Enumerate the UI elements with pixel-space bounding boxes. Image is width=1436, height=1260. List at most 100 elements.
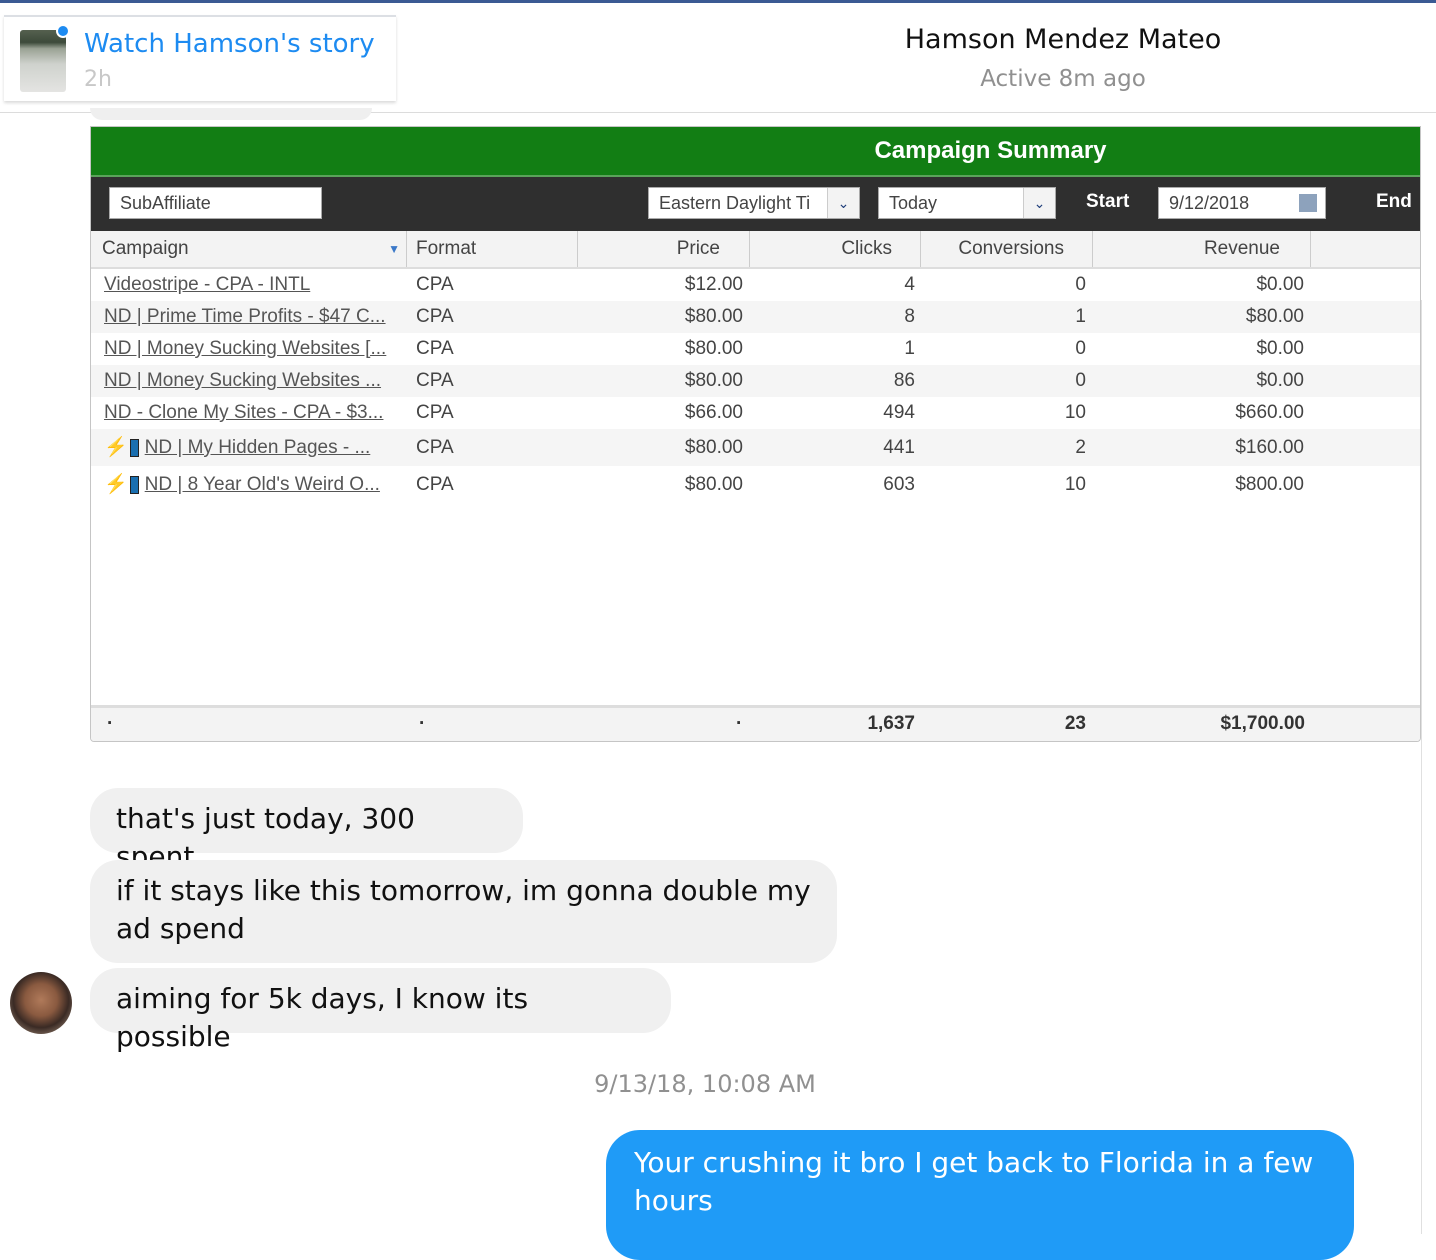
story-thumbnail bbox=[20, 30, 66, 92]
conversions-cell: 0 bbox=[1075, 338, 1086, 359]
chevron-down-icon: ⌄ bbox=[1023, 188, 1055, 218]
revenue-cell: $160.00 bbox=[1235, 437, 1304, 458]
revenue-cell: $0.00 bbox=[1256, 274, 1304, 295]
col-revenue: Revenue bbox=[1093, 231, 1311, 267]
price-cell: $66.00 bbox=[684, 402, 743, 423]
message-bubble: aiming for 5k days, I know its possible bbox=[90, 968, 671, 1053]
total-conversions: 23 bbox=[1064, 713, 1086, 734]
timezone-value: Eastern Daylight Ti bbox=[659, 193, 811, 213]
summary-title: Campaign Summary bbox=[91, 127, 1420, 177]
campaign-cell[interactable]: ND | Money Sucking Websites [... bbox=[104, 333, 386, 365]
range-select: Today ⌄ bbox=[878, 187, 1056, 219]
filter-toolbar: SubAffiliate Eastern Daylight Ti ⌄ Today ⌄… bbox=[91, 177, 1420, 231]
format-cell: CPA bbox=[416, 437, 454, 458]
campaign-cell[interactable]: ND | Money Sucking Websites ... bbox=[104, 365, 381, 397]
format-cell: CPA bbox=[416, 474, 454, 495]
clicks-cell: 441 bbox=[883, 437, 915, 458]
unseen-dot-icon bbox=[56, 24, 70, 38]
timezone-select: Eastern Daylight Ti ⌄ bbox=[648, 187, 860, 219]
bolt-icon: ⚡ bbox=[104, 437, 128, 458]
start-date-value: 9/12/2018 bbox=[1169, 193, 1250, 213]
col-label: Campaign bbox=[102, 238, 189, 259]
price-cell: $80.00 bbox=[684, 370, 743, 391]
table-row: ND | Money Sucking Websites ... CPA $80.… bbox=[91, 365, 1420, 397]
campaign-cell[interactable]: ND | Prime Time Profits - $47 C... bbox=[104, 301, 386, 333]
col-price: Price bbox=[578, 231, 750, 267]
price-cell: $80.00 bbox=[684, 306, 743, 327]
revenue-cell: $0.00 bbox=[1256, 338, 1304, 359]
start-label: Start bbox=[1086, 191, 1130, 212]
clicks-cell: 4 bbox=[904, 274, 915, 295]
message-bubble: if it stays like this tomorrow, im gonna… bbox=[90, 860, 837, 963]
active-status: Active 8m ago bbox=[980, 66, 1146, 92]
col-conversions: Conversions bbox=[921, 231, 1093, 267]
story-time: 2h bbox=[84, 67, 112, 92]
campaign-cell[interactable]: ⚡ ND | 8 Year Old's Weird O... bbox=[104, 466, 380, 503]
format-cell: CPA bbox=[416, 306, 454, 327]
mobile-icon bbox=[129, 475, 139, 494]
campaign-cell[interactable]: ⚡ ND | My Hidden Pages - ... bbox=[104, 429, 370, 466]
table-row: ND | Money Sucking Websites [... CPA $80… bbox=[91, 333, 1420, 365]
campaign-cell[interactable]: ND - Clone My Sites - CPA - $3... bbox=[104, 397, 383, 429]
sort-down-icon: ▼ bbox=[388, 242, 400, 256]
shared-image-campaign-summary[interactable]: Campaign Summary SubAffiliate Eastern Da… bbox=[90, 126, 1421, 742]
table-row: ⚡ ND | My Hidden Pages - ... CPA $80.00 4… bbox=[91, 429, 1420, 466]
campaign-link[interactable]: Videostripe - CPA - INTL bbox=[104, 274, 310, 295]
campaign-link[interactable]: ND | Money Sucking Websites [... bbox=[104, 338, 386, 359]
revenue-cell: $0.00 bbox=[1256, 370, 1304, 391]
table-footer: · · · 1,637 23 $1,700.00 bbox=[91, 705, 1420, 741]
end-label: End bbox=[1376, 191, 1412, 212]
clicks-cell: 603 bbox=[883, 474, 915, 495]
chevron-down-icon: ⌄ bbox=[827, 188, 859, 218]
revenue-cell: $800.00 bbox=[1235, 474, 1304, 495]
conversions-cell: 2 bbox=[1075, 437, 1086, 458]
campaign-link[interactable]: ND - Clone My Sites - CPA - $3... bbox=[104, 402, 383, 423]
total-clicks: 1,637 bbox=[867, 713, 915, 734]
start-date-input: 9/12/2018 bbox=[1158, 187, 1326, 219]
col-clicks: Clicks bbox=[750, 231, 921, 267]
col-format: Format bbox=[407, 231, 578, 267]
price-cell: $80.00 bbox=[684, 437, 743, 458]
clicks-cell: 86 bbox=[893, 370, 915, 391]
conversions-cell: 0 bbox=[1075, 274, 1086, 295]
price-cell: $12.00 bbox=[684, 274, 743, 295]
format-cell: CPA bbox=[416, 338, 454, 359]
clicks-cell: 8 bbox=[904, 306, 915, 327]
format-cell: CPA bbox=[416, 402, 454, 423]
conversions-cell: 10 bbox=[1064, 402, 1086, 423]
format-cell: CPA bbox=[416, 274, 454, 295]
bolt-icon: ⚡ bbox=[104, 474, 128, 495]
story-card[interactable]: Watch Hamson's story 2h bbox=[4, 15, 396, 101]
price-cell: $80.00 bbox=[684, 338, 743, 359]
message-timestamp: 9/13/18, 10:08 AM bbox=[594, 1070, 816, 1098]
previous-bubble bbox=[90, 108, 372, 120]
contact-name[interactable]: Hamson Mendez Mateo bbox=[700, 24, 1426, 55]
campaign-cell[interactable]: Videostripe - CPA - INTL bbox=[104, 269, 310, 301]
footer-mark: · bbox=[736, 713, 743, 734]
table-header: Campaign ▼ Format Price Clicks Conversion… bbox=[91, 231, 1420, 269]
contact-avatar[interactable] bbox=[10, 972, 72, 1034]
table-row: ⚡ ND | 8 Year Old's Weird O... CPA $80.00… bbox=[91, 466, 1420, 503]
story-link[interactable]: Watch Hamson's story bbox=[84, 29, 375, 59]
col-campaign: Campaign ▼ bbox=[91, 231, 407, 267]
table-row: Videostripe - CPA - INTL CPA $12.00 4 0 … bbox=[91, 269, 1420, 301]
footer-mark: · bbox=[107, 713, 114, 734]
conversions-cell: 0 bbox=[1075, 370, 1086, 391]
campaign-link[interactable]: ND | Money Sucking Websites ... bbox=[104, 370, 381, 391]
clicks-cell: 1 bbox=[904, 338, 915, 359]
campaign-link[interactable]: ND | My Hidden Pages - ... bbox=[145, 437, 371, 458]
table-row: ND | Prime Time Profits - $47 C... CPA $… bbox=[91, 301, 1420, 333]
message-bubble: that's just today, 300 spent bbox=[90, 788, 523, 873]
clicks-cell: 494 bbox=[883, 402, 915, 423]
footer-mark: · bbox=[419, 713, 426, 734]
my-message-bubble: Your crushing it bro I get back to Flori… bbox=[606, 1130, 1354, 1260]
table-body: Videostripe - CPA - INTL CPA $12.00 4 0 … bbox=[91, 269, 1420, 503]
price-cell: $80.00 bbox=[684, 474, 743, 495]
calendar-icon bbox=[1299, 194, 1317, 212]
campaign-link[interactable]: ND | 8 Year Old's Weird O... bbox=[145, 474, 380, 495]
top-bar bbox=[0, 0, 1436, 3]
range-value: Today bbox=[889, 193, 938, 213]
table-row: ND - Clone My Sites - CPA - $3... CPA $6… bbox=[91, 397, 1420, 429]
conversions-cell: 1 bbox=[1075, 306, 1086, 327]
campaign-link[interactable]: ND | Prime Time Profits - $47 C... bbox=[104, 306, 386, 327]
